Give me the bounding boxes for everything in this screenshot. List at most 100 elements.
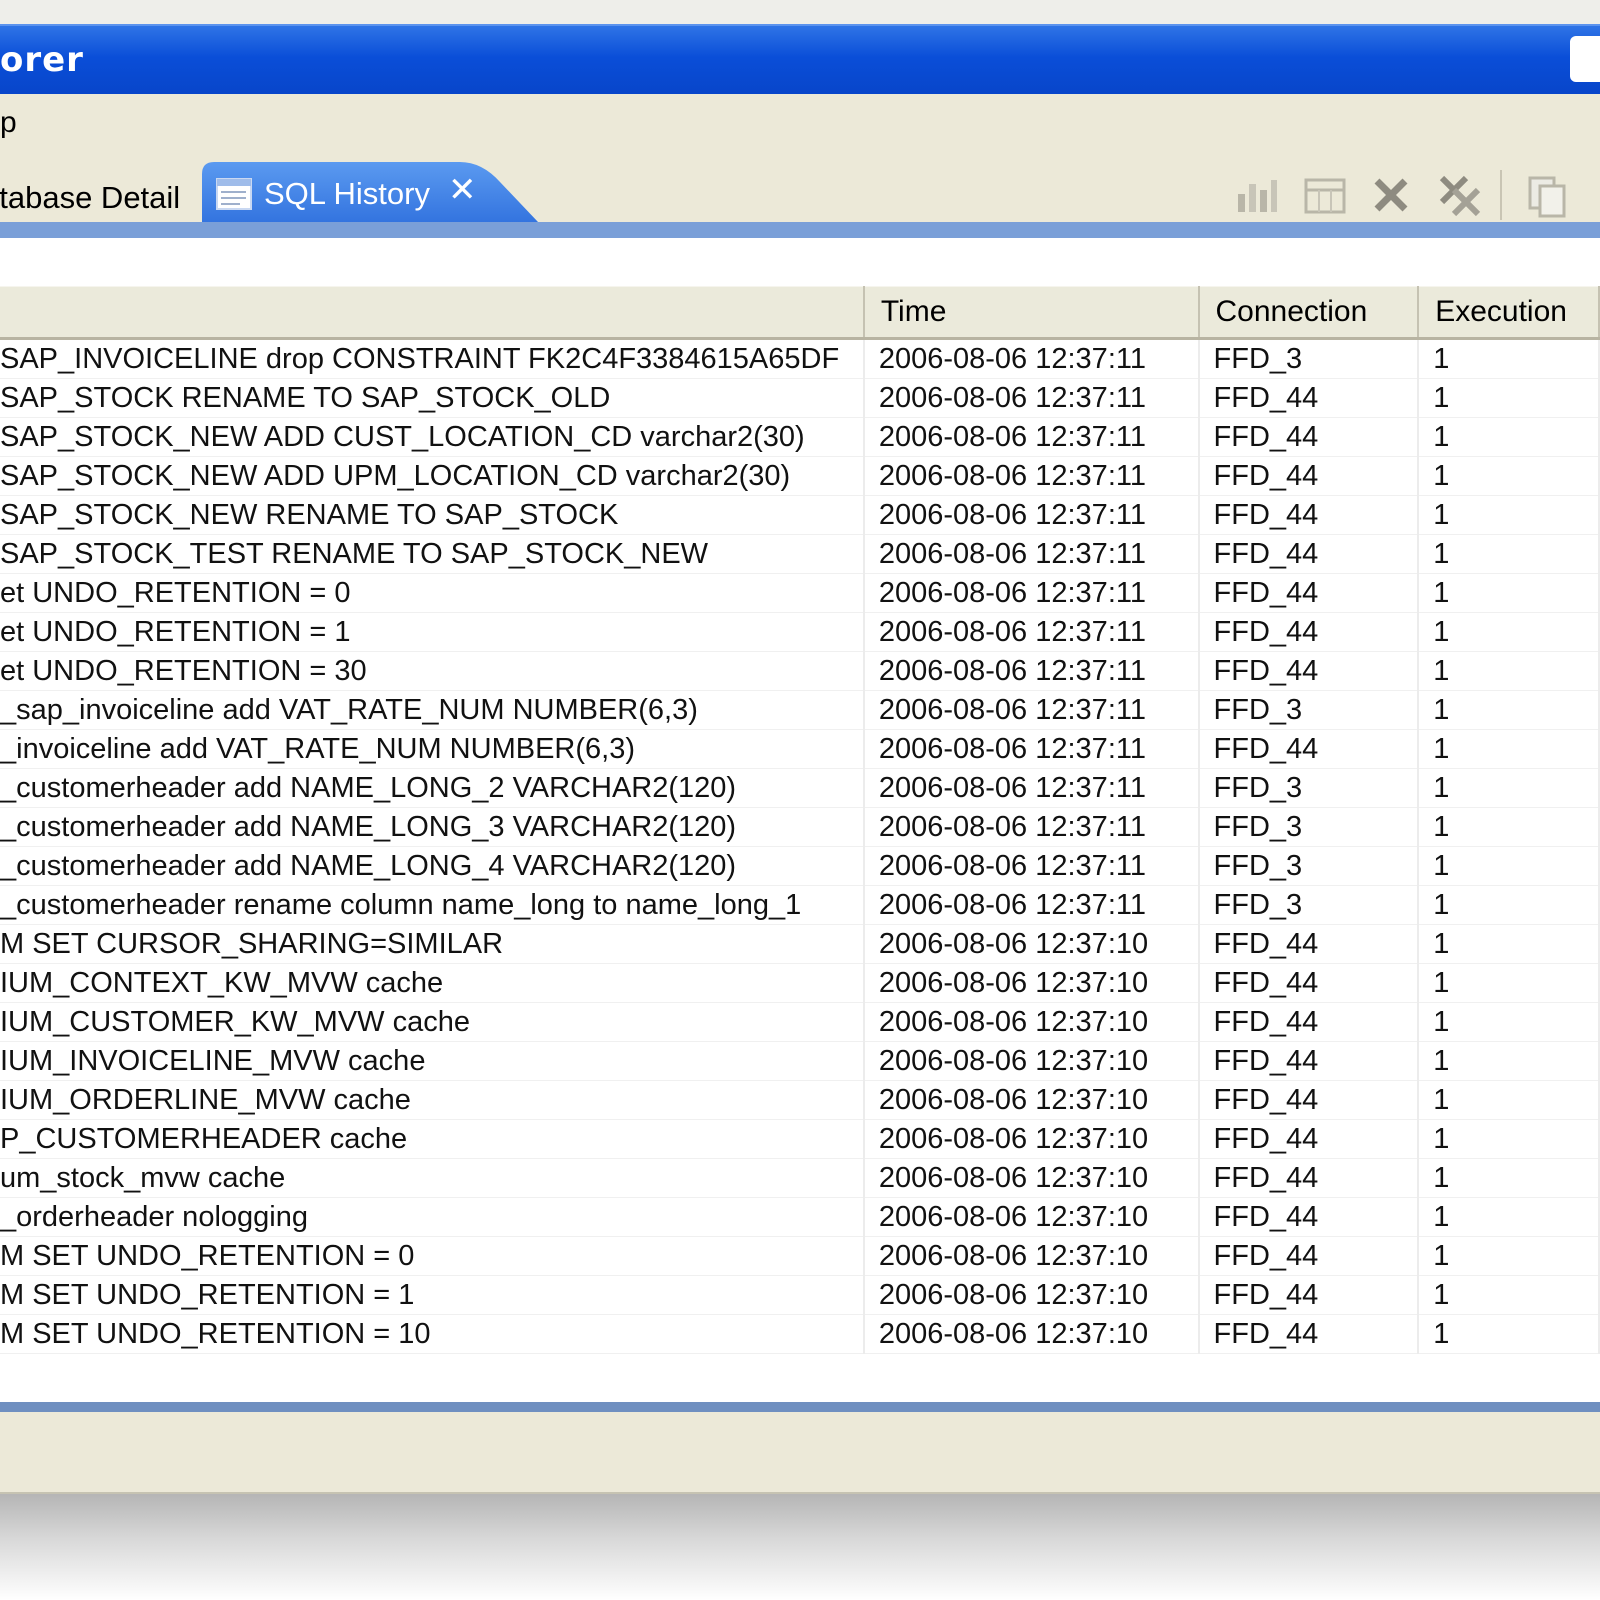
cell-sql: _orderheader nologging [0, 1197, 865, 1237]
cell-execution: 1 [1418, 495, 1600, 535]
cell-connection: FFD_44 [1198, 1119, 1420, 1159]
bottom-panel [0, 1412, 1600, 1494]
table-row[interactable]: SAP_STOCK_NEW ADD CUST_LOCATION_CD varch… [0, 417, 1600, 457]
delete-icon[interactable] [1368, 172, 1414, 218]
table-row[interactable]: IUM_ORDERLINE_MVW cache 2006-08-06 12:37:… [0, 1080, 1600, 1120]
table-row[interactable]: et UNDO_RETENTION = 30 2006-08-06 12:37:1… [0, 651, 1600, 691]
table-row[interactable]: et UNDO_RETENTION = 0 2006-08-06 12:37:11… [0, 573, 1600, 613]
tab-underline [0, 222, 1600, 238]
cell-sql: M SET UNDO_RETENTION = 1 [0, 1275, 865, 1315]
cell-connection: FFD_44 [1198, 924, 1420, 964]
cell-sql: _customerheader add NAME_LONG_2 VARCHAR2… [0, 768, 865, 808]
table-row[interactable]: _sap_invoiceline add VAT_RATE_NUM NUMBER… [0, 690, 1600, 730]
window-control-button[interactable] [1570, 36, 1600, 82]
cell-time: 2006-08-06 12:37:10 [863, 963, 1200, 1003]
cell-sql: um_stock_mvw cache [0, 1158, 865, 1198]
cell-execution: 1 [1418, 924, 1600, 964]
chart-icon[interactable] [1234, 172, 1280, 218]
cell-connection: FFD_44 [1198, 378, 1420, 418]
table-row[interactable]: _customerheader rename column name_long … [0, 885, 1600, 925]
cell-time: 2006-08-06 12:37:10 [863, 1002, 1200, 1042]
table-row[interactable]: SAP_INVOICELINE drop CONSTRAINT FK2C4F33… [0, 338, 1600, 379]
cell-time: 2006-08-06 12:37:10 [863, 924, 1200, 964]
sql-history-icon [216, 178, 252, 210]
cell-sql: SAP_INVOICELINE drop CONSTRAINT FK2C4F33… [0, 338, 865, 379]
cell-execution: 1 [1418, 612, 1600, 652]
table-row[interactable]: IUM_CUSTOMER_KW_MVW cache 2006-08-06 12:3… [0, 1002, 1600, 1042]
cell-sql: M SET UNDO_RETENTION = 0 [0, 1236, 865, 1276]
table-row[interactable]: _customerheader add NAME_LONG_3 VARCHAR2… [0, 807, 1600, 847]
table-row[interactable]: _invoiceline add VAT_RATE_NUM NUMBER(6,3… [0, 729, 1600, 769]
column-header-sql[interactable] [0, 286, 865, 340]
cell-connection: FFD_3 [1198, 885, 1420, 925]
cell-execution: 1 [1418, 963, 1600, 1003]
table-header-row: Time Connection Execution [0, 286, 1600, 340]
cell-sql: SAP_STOCK_NEW ADD UPM_LOCATION_CD varcha… [0, 456, 865, 496]
cell-sql: IUM_CUSTOMER_KW_MVW cache [0, 1002, 865, 1042]
close-icon[interactable]: ✕ [448, 170, 477, 210]
cell-time: 2006-08-06 12:37:11 [863, 612, 1200, 652]
table-row[interactable]: M SET UNDO_RETENTION = 0 2006-08-06 12:37… [0, 1236, 1600, 1276]
cell-sql: _invoiceline add VAT_RATE_NUM NUMBER(6,3… [0, 729, 865, 769]
cell-connection: FFD_44 [1198, 456, 1420, 496]
column-header-connection[interactable]: Connection [1198, 286, 1420, 340]
grid-icon[interactable] [1302, 172, 1348, 218]
cell-time: 2006-08-06 12:37:10 [863, 1314, 1200, 1354]
cell-time: 2006-08-06 12:37:11 [863, 885, 1200, 925]
table-row[interactable]: P_CUSTOMERHEADER cache 2006-08-06 12:37:1… [0, 1119, 1600, 1159]
cell-time: 2006-08-06 12:37:10 [863, 1041, 1200, 1081]
cell-connection: FFD_44 [1198, 417, 1420, 457]
cell-connection: FFD_44 [1198, 612, 1420, 652]
view-tabbar: atabase Detail SQL History ✕ [0, 158, 1600, 230]
table-row[interactable]: M SET CURSOR_SHARING=SIMILAR 2006-08-06 1… [0, 924, 1600, 964]
cell-connection: FFD_44 [1198, 534, 1420, 574]
table-row[interactable]: M SET UNDO_RETENTION = 10 2006-08-06 12:3… [0, 1314, 1600, 1354]
cell-execution: 1 [1418, 417, 1600, 457]
cell-time: 2006-08-06 12:37:11 [863, 495, 1200, 535]
cell-execution: 1 [1418, 1314, 1600, 1354]
table-row[interactable]: um_stock_mvw cache 2006-08-06 12:37:10 FFD… [0, 1158, 1600, 1198]
cell-sql: IUM_ORDERLINE_MVW cache [0, 1080, 865, 1120]
cell-execution: 1 [1418, 1002, 1600, 1042]
cell-execution: 1 [1418, 807, 1600, 847]
cell-connection: FFD_44 [1198, 1080, 1420, 1120]
table-row[interactable]: SAP_STOCK RENAME TO SAP_STOCK_OLD 2006-08… [0, 378, 1600, 418]
cell-sql: _customerheader rename column name_long … [0, 885, 865, 925]
cell-execution: 1 [1418, 1275, 1600, 1315]
cell-execution: 1 [1418, 1197, 1600, 1237]
cell-time: 2006-08-06 12:37:10 [863, 1275, 1200, 1315]
cell-execution: 1 [1418, 573, 1600, 613]
table-row[interactable]: SAP_STOCK_NEW RENAME TO SAP_STOCK 2006-08… [0, 495, 1600, 535]
copy-icon[interactable] [1524, 172, 1570, 218]
cell-time: 2006-08-06 12:37:11 [863, 690, 1200, 730]
status-bar-line [0, 1402, 1600, 1412]
column-header-time[interactable]: Time [863, 286, 1200, 340]
cell-connection: FFD_44 [1198, 963, 1420, 1003]
cell-execution: 1 [1418, 1080, 1600, 1120]
table-row[interactable]: _customerheader add NAME_LONG_4 VARCHAR2… [0, 846, 1600, 886]
cell-sql: SAP_STOCK_NEW ADD CUST_LOCATION_CD varch… [0, 417, 865, 457]
window-titlebar[interactable]: orer [0, 24, 1600, 96]
table-row[interactable]: IUM_INVOICELINE_MVW cache 2006-08-06 12:3… [0, 1041, 1600, 1081]
tab-database-detail[interactable]: atabase Detail [0, 172, 200, 224]
sql-history-table: Time Connection Execution SAP_INVOICELIN… [0, 286, 1600, 1354]
cell-execution: 1 [1418, 729, 1600, 769]
table-row[interactable]: _orderheader nologging 2006-08-06 12:37:1… [0, 1197, 1600, 1237]
cell-execution: 1 [1418, 885, 1600, 925]
delete-all-icon[interactable] [1436, 172, 1482, 218]
table-body: SAP_INVOICELINE drop CONSTRAINT FK2C4F33… [0, 338, 1600, 1354]
sql-history-table-wrap[interactable]: Time Connection Execution SAP_INVOICELIN… [0, 286, 1600, 1354]
table-row[interactable]: _customerheader add NAME_LONG_2 VARCHAR2… [0, 768, 1600, 808]
tab-sql-history-label: SQL History [264, 176, 430, 211]
cell-connection: FFD_44 [1198, 1314, 1420, 1354]
menu-item-help[interactable]: p [0, 106, 17, 140]
column-header-execution[interactable]: Execution [1418, 286, 1600, 340]
table-row[interactable]: SAP_STOCK_NEW ADD UPM_LOCATION_CD varcha… [0, 456, 1600, 496]
table-row[interactable]: et UNDO_RETENTION = 1 2006-08-06 12:37:11… [0, 612, 1600, 652]
table-row[interactable]: SAP_STOCK_TEST RENAME TO SAP_STOCK_NEW 20… [0, 534, 1600, 574]
table-row[interactable]: IUM_CONTEXT_KW_MVW cache 2006-08-06 12:37… [0, 963, 1600, 1003]
cell-connection: FFD_44 [1198, 1002, 1420, 1042]
tab-sql-history[interactable]: SQL History ✕ [202, 160, 562, 230]
table-row[interactable]: M SET UNDO_RETENTION = 1 2006-08-06 12:37… [0, 1275, 1600, 1315]
cell-connection: FFD_44 [1198, 1275, 1420, 1315]
